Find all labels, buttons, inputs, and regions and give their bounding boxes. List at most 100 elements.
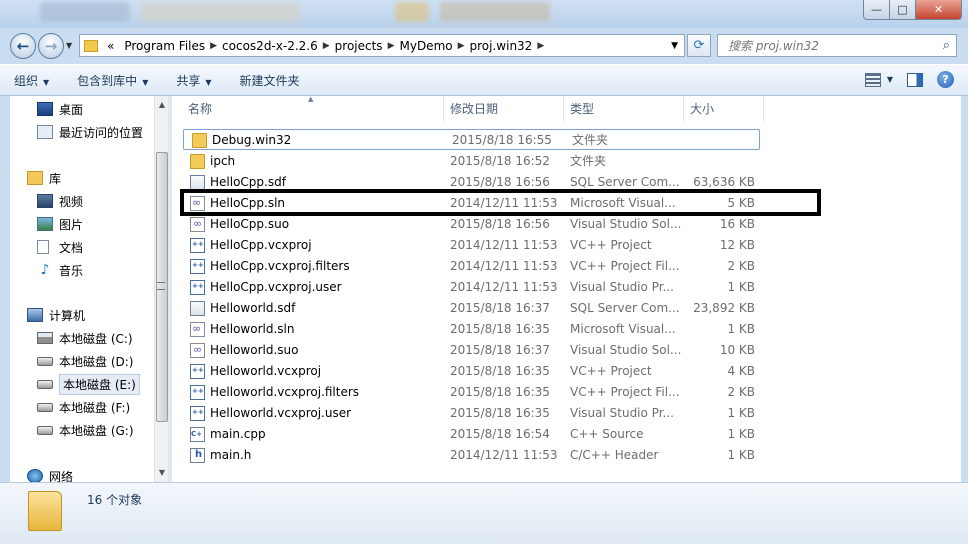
nav-item-videos[interactable]: 视频 (37, 191, 83, 211)
file-row[interactable]: HelloCpp.vcxproj.user 2014/12/11 11:53 V… (182, 277, 762, 298)
breadcrumb-cocos2d[interactable]: cocos2d-x-2.2.6 (222, 39, 318, 53)
file-modified: 2015/8/18 16:35 (450, 406, 550, 420)
chevron-down-icon[interactable]: ▼ (887, 75, 893, 84)
nav-item-recent-places[interactable]: 最近访问的位置 (37, 122, 143, 142)
file-row[interactable]: Helloworld.sln 2015/8/18 16:35 Microsoft… (182, 319, 762, 340)
include-in-library-menu[interactable]: 包含到库中 ▼ (77, 72, 148, 89)
new-folder-button[interactable]: 新建文件夹 (240, 72, 300, 89)
breadcrumb-separator-icon[interactable]: ▶ (210, 41, 217, 51)
breadcrumb-separator-icon[interactable]: ▶ (537, 41, 544, 51)
file-name: main.cpp (210, 427, 266, 441)
file-row[interactable]: Helloworld.vcxproj.filters 2015/8/18 16:… (182, 382, 762, 403)
nav-item-network[interactable]: 网络 (27, 466, 73, 482)
nav-item-documents[interactable]: 文档 (37, 237, 83, 257)
search-box[interactable]: ⌕ (717, 34, 957, 57)
file-name: ipch (210, 154, 236, 168)
breadcrumb-separator-icon[interactable]: ▶ (323, 41, 330, 51)
file-list: 名称 ▲ 修改日期 类型 大小 Debug.win32 2015/8/18 16… (172, 96, 961, 482)
share-menu[interactable]: 共享 ▼ (176, 72, 211, 89)
breadcrumb-mydemo[interactable]: MyDemo (399, 39, 452, 53)
pictures-icon (37, 217, 53, 231)
column-header-type[interactable]: 类型 (564, 96, 684, 122)
file-name: main.h (210, 448, 252, 462)
file-size: 1 KB (727, 448, 755, 462)
file-type: SQL Server Com... (570, 301, 680, 315)
column-header-modified[interactable]: 修改日期 (444, 96, 564, 122)
nav-item-libraries[interactable]: 库 (27, 168, 61, 188)
breadcrumb-program-files[interactable]: Program Files (124, 39, 205, 53)
file-modified: 2015/8/18 16:35 (450, 385, 550, 399)
nav-label: 图片 (59, 217, 84, 232)
file-modified: 2015/8/18 16:37 (450, 343, 550, 357)
recent-pages-dropdown[interactable]: ▼ (66, 41, 72, 50)
file-row[interactable]: main.h 2014/12/11 11:53 C/C++ Header 1 K… (182, 445, 762, 466)
back-button[interactable]: ← (10, 33, 36, 59)
file-row[interactable]: Debug.win32 2015/8/18 16:55 文件夹 (183, 129, 760, 150)
file-type: VC++ Project (570, 364, 652, 378)
nav-item-pictures[interactable]: 图片 (37, 214, 83, 234)
nav-item-drive-f[interactable]: 本地磁盘 (F:) (37, 397, 130, 417)
maximize-button[interactable]: □ (890, 0, 916, 20)
file-row[interactable]: HelloCpp.sln 2014/12/11 11:53 Microsoft … (182, 193, 762, 214)
file-row[interactable]: ipch 2015/8/18 16:52 文件夹 (182, 151, 762, 172)
address-row: ← → ▼ « Program Files ▶ cocos2d-x-2.2.6 … (0, 28, 968, 62)
file-row[interactable]: Helloworld.sdf 2015/8/18 16:37 SQL Serve… (182, 298, 762, 319)
column-header-size[interactable]: 大小 (684, 96, 764, 122)
sln-file-icon (190, 322, 205, 337)
view-options-icon[interactable] (864, 72, 881, 87)
help-icon[interactable]: ? (937, 71, 954, 88)
address-history-dropdown[interactable]: ▼ (671, 41, 678, 51)
breadcrumb-overflow[interactable]: « (107, 39, 114, 53)
file-name: HelloCpp.vcxproj.user (210, 280, 342, 294)
file-row[interactable]: Helloworld.vcxproj.user 2015/8/18 16:35 … (182, 403, 762, 424)
search-input[interactable] (726, 37, 926, 54)
nav-label: 本地磁盘 (C:) (59, 331, 133, 346)
file-row[interactable]: HelloCpp.sdf 2015/8/18 16:56 SQL Server … (182, 172, 762, 193)
sdf-file-icon (190, 301, 205, 316)
search-icon[interactable]: ⌕ (943, 38, 950, 53)
sln-file-icon (190, 196, 205, 211)
breadcrumb-separator-icon[interactable]: ▶ (388, 41, 395, 51)
chevron-down-icon: ▼ (142, 77, 149, 87)
nav-item-drive-d[interactable]: 本地磁盘 (D:) (37, 351, 133, 371)
file-type: C/C++ Header (570, 448, 659, 462)
scroll-up-icon[interactable]: ▲ (155, 98, 169, 112)
organize-menu[interactable]: 组织 ▼ (14, 72, 49, 89)
file-row[interactable]: Helloworld.suo 2015/8/18 16:37 Visual St… (182, 340, 762, 361)
nav-item-drive-e[interactable]: 本地磁盘 (E:) (37, 373, 140, 395)
nav-item-desktop[interactable]: 桌面 (37, 99, 83, 119)
file-row[interactable]: Helloworld.vcxproj 2015/8/18 16:35 VC++ … (182, 361, 762, 382)
nav-item-drive-c[interactable]: 本地磁盘 (C:) (37, 328, 133, 348)
scroll-down-icon[interactable]: ▼ (155, 466, 169, 480)
address-bar[interactable]: « Program Files ▶ cocos2d-x-2.2.6 ▶ proj… (79, 34, 685, 57)
file-row[interactable]: HelloCpp.vcxproj.filters 2014/12/11 11:5… (182, 256, 762, 277)
nav-item-drive-g[interactable]: 本地磁盘 (G:) (37, 420, 134, 440)
minimize-button[interactable]: — (863, 0, 890, 20)
recent-places-icon (37, 125, 53, 139)
file-name: HelloCpp.suo (210, 217, 290, 231)
nav-item-computer[interactable]: 计算机 (27, 305, 85, 325)
column-header-row: 名称 ▲ 修改日期 类型 大小 (172, 96, 961, 122)
preview-pane-icon[interactable] (907, 72, 923, 87)
breadcrumb-proj-win32[interactable]: proj.win32 (470, 39, 533, 53)
file-size: 2 KB (727, 259, 755, 273)
file-name: HelloCpp.vcxproj.filters (210, 259, 350, 273)
file-row[interactable]: HelloCpp.vcxproj 2014/12/11 11:53 VC++ P… (182, 235, 762, 256)
file-type: Visual Studio Sol... (570, 217, 682, 231)
forward-arrow-icon: → (44, 37, 58, 55)
nav-item-music[interactable]: ♪ 音乐 (37, 260, 83, 280)
nav-scrollbar[interactable]: ▲ ▼ (154, 96, 168, 482)
desktop-icon (37, 102, 53, 116)
close-button[interactable]: ✕ (916, 0, 962, 20)
file-row[interactable]: HelloCpp.suo 2015/8/18 16:56 Visual Stud… (182, 214, 762, 235)
nav-label: 库 (49, 171, 62, 186)
file-row[interactable]: main.cpp 2015/8/18 16:54 C++ Source 1 KB (182, 424, 762, 445)
forward-button[interactable]: → (38, 33, 64, 59)
breadcrumb-separator-icon[interactable]: ▶ (458, 41, 465, 51)
music-icon: ♪ (40, 262, 50, 278)
breadcrumb-projects[interactable]: projects (335, 39, 383, 53)
navigation-pane: 桌面 最近访问的位置 库 视频 图片 文档 ♪ 音乐 计算机 本地磁盘 (C:) … (10, 96, 168, 482)
drive-icon (37, 356, 53, 366)
refresh-button[interactable]: ⟳ (687, 34, 711, 57)
title-bar: — □ ✕ (0, 0, 968, 28)
